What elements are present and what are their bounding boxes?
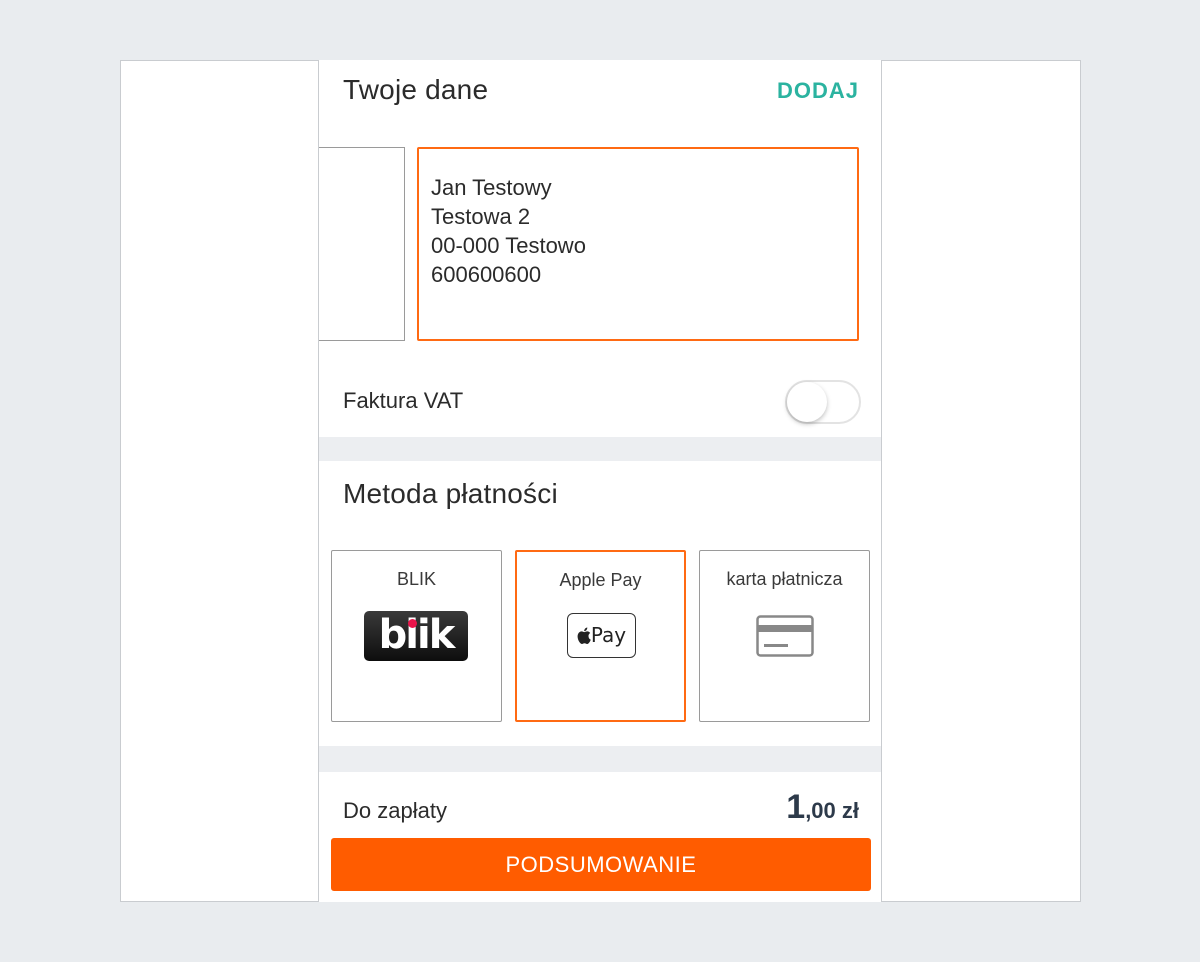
- apple-icon: [577, 627, 591, 644]
- toggle-knob: [787, 382, 827, 422]
- address-name: Jan Testowy: [431, 175, 552, 200]
- address-card-selected[interactable]: Jan Testowy Testowa 2 00-000 Testowo 600…: [417, 147, 859, 341]
- payment-option-label: karta płatnicza: [726, 569, 843, 589]
- section-divider: [319, 437, 881, 461]
- payment-option-label: Apple Pay: [559, 570, 642, 590]
- apple-pay-logo-text: Pay: [590, 623, 627, 647]
- payment-option-apple-pay[interactable]: Apple Pay Pay: [515, 550, 686, 722]
- payment-method-title: Metoda płatności: [343, 478, 558, 509]
- address-street: Testowa 2: [431, 204, 531, 229]
- total-label: Do zapłaty: [343, 798, 447, 823]
- total-amount-decimal: ,00 zł: [805, 798, 859, 823]
- payment-option-label: BLIK: [396, 569, 437, 589]
- add-address-button[interactable]: DODAJ: [777, 78, 859, 104]
- section-divider: [319, 746, 881, 772]
- address-city: 00-000 Testowo: [431, 233, 586, 258]
- blik-logo-icon: blik: [364, 611, 468, 661]
- total-amount: 1,00 zł: [786, 788, 859, 827]
- total-amount-integer: 1: [786, 788, 806, 826]
- address-card-previous[interactable]: [319, 147, 405, 341]
- address-phone: 600600600: [431, 262, 542, 287]
- apple-pay-logo-icon: Pay: [567, 613, 636, 658]
- blik-logo-text: blik: [378, 612, 456, 658]
- summary-button[interactable]: PODSUMOWANIE: [331, 838, 871, 891]
- credit-card-icon: [756, 615, 814, 657]
- checkout-screen: Twoje dane DODAJ Jan Testowy Testowa 2 0…: [318, 60, 882, 902]
- payment-option-card[interactable]: karta płatnicza: [699, 550, 870, 722]
- payment-option-blik[interactable]: BLIK blik: [331, 550, 502, 722]
- your-data-title: Twoje dane: [343, 74, 489, 105]
- blik-dot-icon: [408, 619, 417, 628]
- invoice-vat-label: Faktura VAT: [343, 388, 464, 413]
- invoice-vat-toggle[interactable]: [785, 380, 861, 424]
